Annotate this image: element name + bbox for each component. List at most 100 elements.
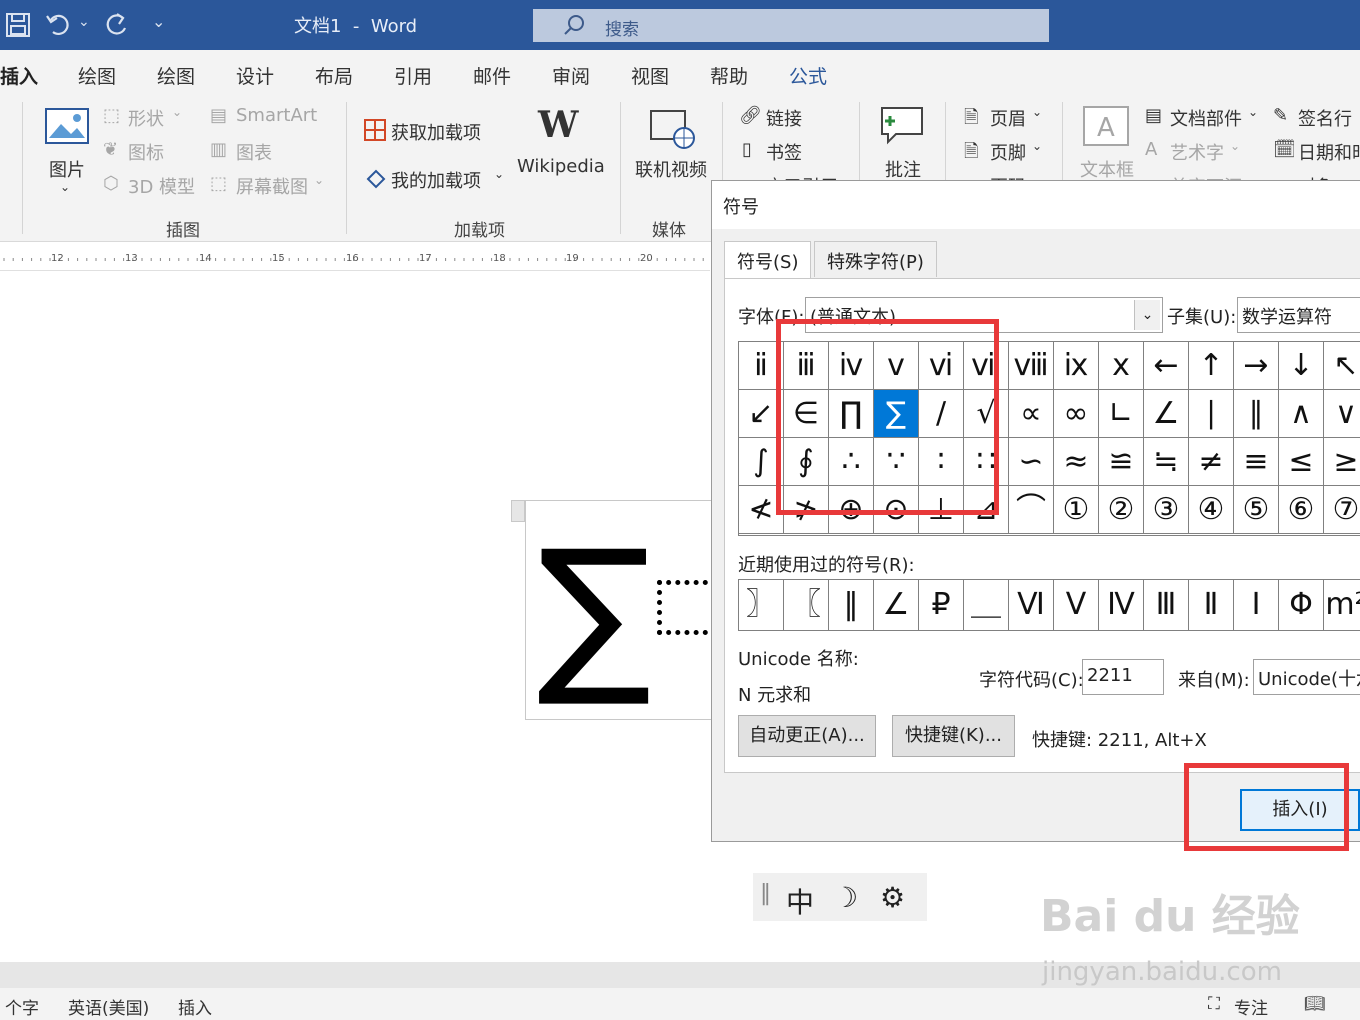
focus-button[interactable]: 专注 [1234, 994, 1268, 1019]
symbol-cell[interactable]: → [1234, 342, 1279, 390]
equation-handle[interactable] [511, 500, 525, 522]
gear-icon[interactable]: ⚙ [880, 881, 905, 914]
horizontal-ruler[interactable]: 12 13 14 15 16 17 18 19 20 [0, 247, 710, 271]
tab-help[interactable]: 帮助 [710, 62, 748, 89]
symbol-cell[interactable]: ⅶ [964, 342, 1009, 390]
recent-symbol-cell[interactable]: Ⅳ [1099, 580, 1144, 630]
focus-icon[interactable]: ⛶ [1208, 994, 1220, 1014]
language-indicator[interactable]: 英语(美国) [68, 994, 149, 1019]
symbol-cell[interactable]: ∫ [739, 438, 784, 486]
recent-symbol-cell[interactable]: Ⅴ [1054, 580, 1099, 630]
online-video-icon[interactable] [650, 110, 696, 150]
tab-insert[interactable]: 插入 [0, 62, 38, 89]
symbol-cell[interactable]: ∧ [1279, 390, 1324, 438]
wordart-dropdown-icon[interactable]: ⌄ [1230, 139, 1240, 153]
my-addins-dropdown-icon[interactable]: ⌄ [494, 167, 504, 181]
my-addins-button[interactable]: 我的加载项 [391, 167, 481, 193]
symbol-cell[interactable]: ⅲ [784, 342, 829, 390]
tab-review[interactable]: 审阅 [552, 62, 590, 89]
pictures-button[interactable]: 图片 [49, 156, 85, 182]
symbol-cell[interactable]: ① [1054, 486, 1099, 534]
tab-draw-2[interactable]: 绘图 [157, 62, 195, 89]
symbol-cell[interactable]: ⅷ [1009, 342, 1054, 390]
symbol-cell[interactable]: ≈ [1054, 438, 1099, 486]
recent-symbol-cell[interactable]: Ⅲ [1144, 580, 1189, 630]
screenshot-button[interactable]: 屏幕截图 [236, 173, 308, 199]
chart-button[interactable]: 图表 [236, 139, 272, 165]
symbol-cell[interactable]: ↑ [1189, 342, 1234, 390]
online-video-button[interactable]: 联机视频 [635, 156, 707, 182]
tab-draw[interactable]: 绘图 [78, 62, 116, 89]
font-select[interactable]: (普通文本) ⌄ [805, 297, 1163, 333]
picture-icon[interactable] [45, 108, 89, 144]
comment-icon[interactable] [880, 106, 924, 146]
symbol-cell[interactable]: ∨ [1324, 390, 1360, 438]
insert-button[interactable]: 插入(I) [1240, 789, 1360, 831]
tab-special-chars[interactable]: 特殊字符(P) [814, 241, 937, 277]
bookmark-button[interactable]: 书签 [766, 139, 802, 165]
symbol-cell[interactable]: ∶ [919, 438, 964, 486]
recent-symbol-cell[interactable]: m² [1324, 580, 1360, 630]
symbol-cell[interactable]: ⅴ [874, 342, 919, 390]
symbol-cell[interactable]: ② [1099, 486, 1144, 534]
recent-symbol-cell[interactable]: 〖 [784, 580, 829, 630]
symbol-cell[interactable]: ↖ [1324, 342, 1360, 390]
charcode-input[interactable]: 2211 [1082, 659, 1164, 695]
get-addins-button[interactable]: 获取加载项 [391, 119, 481, 145]
symbol-cell[interactable]: ⊙ [874, 486, 919, 534]
wikipedia-button[interactable]: Wikipedia [517, 156, 605, 177]
symbol-cell[interactable]: ⑤ [1234, 486, 1279, 534]
symbol-cell[interactable]: ∈ [784, 390, 829, 438]
textbox-button[interactable]: 文本框 [1080, 156, 1134, 182]
symbol-cell[interactable]: ∴ [829, 438, 874, 486]
comment-button[interactable]: 批注 [885, 156, 921, 182]
symbol-cell[interactable]: ↓ [1279, 342, 1324, 390]
symbol-cell[interactable]: ≥ [1324, 438, 1360, 486]
footer-button[interactable]: 页脚 [990, 139, 1026, 165]
word-count[interactable]: 个字 [5, 994, 39, 1019]
symbol-cell[interactable]: √ [964, 390, 1009, 438]
dialog-titlebar[interactable]: 符号 [712, 181, 1360, 229]
symbol-cell[interactable]: ⅸ [1054, 342, 1099, 390]
shapes-button[interactable]: 形状 [128, 105, 164, 131]
pictures-dropdown-icon[interactable]: ⌄ [60, 180, 70, 194]
insert-mode-indicator[interactable]: 插入 [178, 994, 212, 1019]
symbol-cell[interactable]: ≯ [784, 486, 829, 534]
symbol-cell[interactable]: ∏ [829, 390, 874, 438]
symbol-cell[interactable]: ⅵ [919, 342, 964, 390]
quick-parts-dropdown-icon[interactable]: ⌄ [1248, 105, 1258, 119]
symbol-cell[interactable]: ∽ [1009, 438, 1054, 486]
datetime-button[interactable]: 日期和时间 [1298, 139, 1360, 165]
from-select[interactable]: Unicode(十六进制) [1253, 659, 1360, 695]
quick-parts-button[interactable]: 文档部件 [1170, 105, 1242, 131]
undo-dropdown-icon[interactable]: ⌄ [78, 14, 90, 30]
ime-mode-toggle[interactable]: 中 [786, 881, 814, 921]
symbol-cell[interactable]: ∝ [1009, 390, 1054, 438]
symbol-cell[interactable]: ④ [1189, 486, 1234, 534]
recent-symbol-cell[interactable]: ₽ [919, 580, 964, 630]
symbol-cell[interactable]: ≤ [1279, 438, 1324, 486]
shortcut-key-button[interactable]: 快捷键(K)... [892, 715, 1015, 757]
recent-symbol-cell[interactable]: ∠ [874, 580, 919, 630]
3d-model-button[interactable]: 3D 模型 [128, 173, 195, 199]
symbol-cell[interactable]: ≮ [739, 486, 784, 534]
tab-view[interactable]: 视图 [631, 62, 669, 89]
icons-button[interactable]: 图标 [128, 139, 164, 165]
symbol-cell[interactable]: ③ [1144, 486, 1189, 534]
recent-symbol-cell[interactable]: Ⅰ [1234, 580, 1279, 630]
symbol-cell[interactable]: ∮ [784, 438, 829, 486]
symbol-cell[interactable]: ⊿ [964, 486, 1009, 534]
symbol-cell[interactable]: ⅱ [739, 342, 784, 390]
symbol-cell[interactable]: ⊥ [919, 486, 964, 534]
footer-dropdown-icon[interactable]: ⌄ [1032, 139, 1042, 153]
signature-line-button[interactable]: 签名行 [1298, 105, 1352, 131]
read-mode-icon[interactable]: 📖︎ [1304, 994, 1326, 1014]
redo-icon[interactable] [103, 12, 131, 38]
symbol-cell[interactable]: ∞ [1054, 390, 1099, 438]
symbol-cell[interactable]: ∣ [1189, 390, 1234, 438]
save-icon[interactable] [5, 12, 31, 38]
chevron-down-icon[interactable]: ⌄ [1134, 300, 1160, 330]
link-button[interactable]: 链接 [766, 105, 802, 131]
symbol-cell[interactable]: ⅳ [829, 342, 874, 390]
equation-placeholder[interactable] [657, 580, 717, 635]
